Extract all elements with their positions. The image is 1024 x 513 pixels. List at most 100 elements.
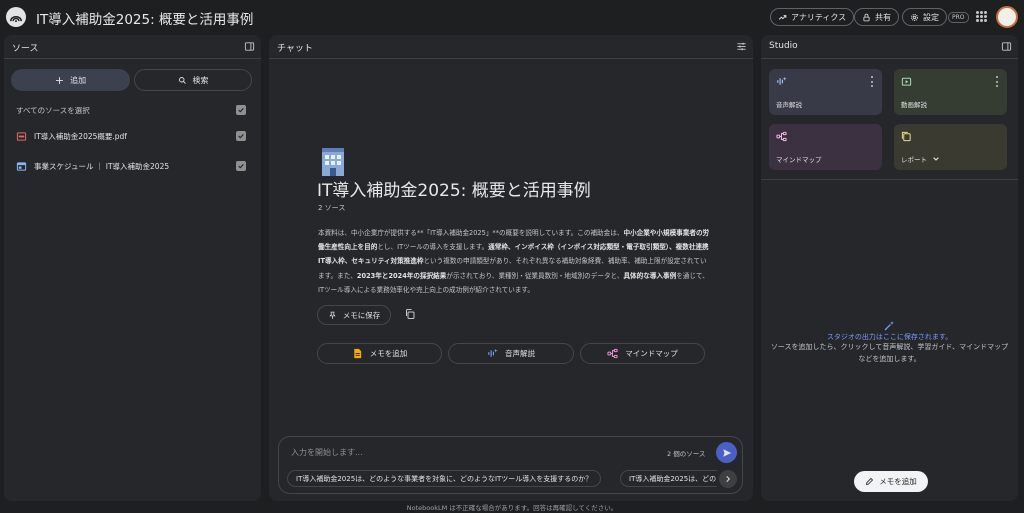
collapse-panel-icon[interactable] [244, 41, 255, 52]
mind-map-icon [776, 131, 787, 142]
studio-empty-description: ソースを追加したら、クリックして音声解説、学習ガイド、マインドマップなどを追加し… [770, 343, 1009, 363]
audio-overview-label: 音声解説 [505, 349, 535, 358]
top-bar: IT導入補助金2025: 概要と活用事例 アナリティクス 共有 設定 PRO [0, 0, 1024, 34]
report-tile-label: レポート [901, 154, 940, 164]
share-button[interactable]: 共有 [854, 8, 899, 26]
chat-title: チャット [277, 44, 313, 54]
check-icon [238, 133, 244, 139]
pro-badge: PRO [948, 12, 969, 23]
chevron-right-icon [726, 475, 731, 483]
chevron-down-icon [933, 157, 939, 161]
audio-sparkle-icon [777, 76, 787, 85]
more-vert-icon[interactable] [996, 76, 999, 87]
source-item[interactable]: 事業スケジュール ｜ IT導入補助金2025 [16, 159, 169, 173]
mind-map-tile[interactable]: マインドマップ [769, 124, 882, 170]
video-overview-tile-label: 動画解説 [901, 101, 927, 109]
collapse-panel-icon[interactable] [1001, 41, 1012, 52]
summary-segment: とし、ITツールの導入を支援します。 [377, 243, 489, 252]
notebooklm-logo-icon[interactable] [6, 7, 26, 27]
suggestion-chip[interactable]: IT導入補助金2025は、どのような [620, 470, 717, 487]
settings-button[interactable]: 設定 [902, 8, 947, 26]
summary-segment: が示されており、業種別・従業員数別・地域別のデータと、 [446, 271, 624, 280]
settings-label: 設定 [923, 12, 939, 22]
gear-icon [911, 13, 918, 21]
pdf-icon [16, 131, 27, 141]
notebook-summary: 本資料は、中小企業庁が提供する**「IT導入補助金2025」**の概要を説明して… [318, 226, 710, 297]
studio-panel: Studio 音声解説 動画解説 マインドマップ レポート スタジオの出力はここ… [761, 35, 1018, 501]
trending-up-icon [778, 14, 787, 20]
mind-map-button[interactable]: マインドマップ [580, 343, 705, 364]
chat-composer: 2 個のソース IT導入補助金2025は、どのような事業者を対象に、どのようなI… [278, 436, 743, 494]
studio-divider [761, 179, 1018, 180]
select-all-label: すべてのソースを選択 [16, 106, 90, 115]
add-note-label: メモを追加 [369, 349, 408, 358]
source-label: 事業スケジュール ｜ IT導入補助金2025 [34, 161, 170, 171]
audio-overview-button[interactable]: 音声解説 [448, 343, 574, 364]
share-label: 共有 [875, 12, 891, 22]
source-checkbox[interactable] [236, 131, 246, 141]
search-label: 検索 [192, 75, 209, 85]
disclaimer-footer: NotebookLM は不正確な場合があります。回答は再確認してください。 [406, 504, 618, 512]
mind-map-label: マインドマップ [625, 349, 678, 358]
sources-title: ソース [12, 44, 39, 54]
send-button[interactable] [716, 442, 737, 463]
add-note-button[interactable]: メモを追加 [317, 343, 442, 364]
save-to-note-button[interactable]: メモに保存 [317, 305, 391, 325]
mind-map-tile-label: マインドマップ [776, 156, 822, 164]
lock-icon [863, 13, 870, 21]
composer-source-count: 2 個のソース [667, 450, 706, 458]
search-sparkle-icon [178, 76, 186, 84]
chat-header: チャット [269, 35, 753, 59]
office-building-icon [322, 148, 344, 176]
send-icon [722, 448, 731, 457]
plus-icon: + [54, 73, 65, 87]
more-vert-icon[interactable] [871, 76, 874, 87]
check-icon [238, 163, 244, 169]
chat-input[interactable] [291, 445, 611, 459]
copy-icon[interactable] [404, 308, 416, 320]
audio-sparkle-icon [488, 348, 498, 357]
avatar[interactable] [996, 6, 1018, 28]
add-source-button[interactable]: + 追加 [11, 69, 130, 91]
tune-icon[interactable] [736, 41, 747, 52]
studio-header: Studio [761, 35, 1018, 59]
source-item[interactable]: IT導入補助金2025概要.pdf [16, 129, 127, 143]
add-note-button[interactable]: メモを追加 [854, 471, 928, 492]
report-icon [901, 131, 911, 142]
check-icon [238, 107, 244, 113]
suggestions-next-button[interactable] [719, 470, 737, 488]
web-icon [16, 161, 27, 171]
notebook-title[interactable]: IT導入補助金2025: 概要と活用事例 [36, 8, 253, 28]
report-tile[interactable]: レポート [894, 124, 1007, 170]
audio-overview-tile[interactable]: 音声解説 [769, 69, 882, 115]
source-label: IT導入補助金2025概要.pdf [34, 131, 127, 141]
add-source-label: 追加 [70, 75, 87, 85]
suggestion-list: IT導入補助金2025は、どのような事業者を対象に、どのようなITツール導入を支… [287, 470, 717, 488]
notebook-source-count: 2 ソース [318, 204, 346, 212]
note-icon [354, 348, 361, 359]
apps-grid-icon[interactable] [976, 11, 987, 22]
mind-map-icon [607, 348, 618, 359]
summary-segment: 本資料は、中小企業庁が提供する**「IT導入補助金2025」**の概要を説明して… [318, 229, 624, 237]
pencil-icon [866, 477, 874, 486]
chat-panel: チャット IT導入補助金2025: 概要と活用事例 2 ソース 本資料は、中小企… [269, 35, 753, 501]
pin-icon [329, 311, 336, 319]
report-label: レポート [901, 156, 927, 164]
studio-empty-title: スタジオの出力はここに保存されます。 [826, 333, 953, 341]
discover-sources-button[interactable]: 検索 [134, 69, 252, 91]
notebook-heading: IT導入補助金2025: 概要と活用事例 [317, 181, 591, 201]
analytics-button[interactable]: アナリティクス [770, 8, 855, 26]
save-to-note-label: メモに保存 [342, 310, 381, 320]
studio-title: Studio [769, 41, 798, 51]
video-icon [901, 77, 912, 86]
sources-panel: ソース + 追加 検索 すべてのソースを選択 IT導入補助金2025概要.pdf… [4, 35, 261, 501]
summary-segment: 具体的な導入事例 [623, 271, 677, 280]
audio-overview-tile-label: 音声解説 [776, 101, 802, 109]
magic-wand-icon [884, 321, 894, 331]
select-all-checkbox[interactable] [236, 105, 246, 115]
analytics-label: アナリティクス [791, 12, 847, 22]
source-checkbox[interactable] [236, 161, 246, 171]
video-overview-tile[interactable]: 動画解説 [894, 69, 1007, 115]
suggestion-chip[interactable]: IT導入補助金2025は、どのような事業者を対象に、どのようなITツール導入を支… [287, 470, 602, 487]
add-note-label: メモを追加 [879, 477, 917, 486]
